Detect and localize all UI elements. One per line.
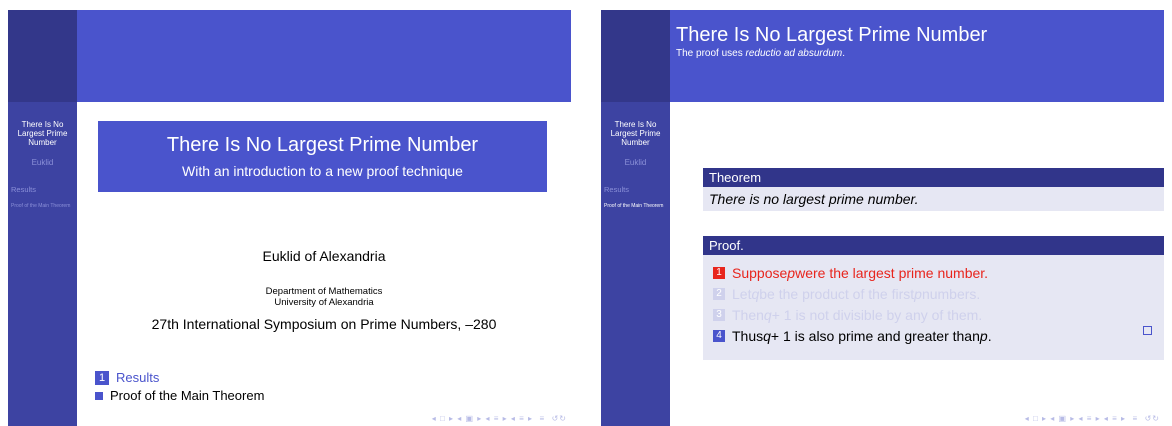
title-box: There Is No Largest Prime Number With an… (98, 121, 547, 192)
sidebar-author: Euklid (31, 158, 54, 167)
title-slide: There Is No Largest Prime Number Euklid … (8, 10, 571, 426)
presentation-title: There Is No Largest Prime Number (166, 134, 479, 156)
theorem-block-title: Theorem (703, 168, 1164, 187)
sidebar-author: Euklid (624, 158, 647, 167)
conference-date: 27th International Symposium on Prime Nu… (151, 316, 497, 332)
toc-section-number: 1 (95, 370, 109, 385)
sidebar-header (601, 10, 670, 102)
sidebar-section-results[interactable]: Results (11, 185, 36, 194)
toc-section-results[interactable]: 1 Results (95, 370, 159, 385)
theorem-block-body: There is no largest prime number. (703, 187, 1164, 211)
frame-subtitle: The proof uses reductio ad absurdum. (676, 48, 845, 59)
sidebar-subsection-proof[interactable]: Proof of the Main Theorem (604, 203, 666, 209)
institute-line-2: University of Alexandria (274, 297, 374, 308)
step-number-3: 3 (713, 309, 725, 321)
step-number-4: 4 (713, 330, 725, 342)
proof-step-2: 2 Let q be the product of the first p nu… (713, 286, 980, 302)
proof-step-3: 3 Then q + 1 is not divisible by any of … (713, 307, 982, 323)
presentation-subtitle: With an introduction to a new proof tech… (182, 163, 463, 179)
proof-step-4: 4 Thus q + 1 is also prime and greater t… (713, 328, 992, 344)
square-bullet-icon (95, 391, 103, 400)
headline-bar (77, 10, 571, 102)
sidebar-title[interactable]: There Is No Largest Prime Number (603, 120, 668, 147)
sidebar-header (8, 10, 77, 102)
institute-line-1: Department of Mathematics (265, 286, 383, 297)
qed-square-icon (1143, 326, 1152, 335)
theorem-text: There is no largest prime number. (709, 191, 919, 207)
step-number-2: 2 (713, 288, 725, 300)
sidebar-title[interactable]: There Is No Largest Prime Number (10, 120, 75, 147)
institute: Department of Mathematics University of … (77, 286, 571, 308)
proof-step-1: 1 Suppose p were the largest prime numbe… (713, 265, 988, 281)
frame-title: There Is No Largest Prime Number (676, 24, 988, 46)
navigation-symbols-icon[interactable]: ◂ □ ▸ ◂ ▣ ▸ ◂ ≡ ▸ ◂ ≡ ▸ ≡ ↺↻ (432, 414, 567, 423)
sidebar-section-results[interactable]: Results (604, 185, 629, 194)
toc-subsection-label: Proof of the Main Theorem (110, 388, 265, 403)
proof-block-title: Proof. (703, 236, 1164, 255)
author-name: Euklid of Alexandria (262, 248, 386, 264)
proof-slide: There Is No Largest Prime Number The pro… (601, 10, 1164, 426)
toc-section-label: Results (116, 370, 160, 385)
navigation-symbols-icon[interactable]: ◂ □ ▸ ◂ ▣ ▸ ◂ ≡ ▸ ◂ ≡ ▸ ≡ ↺↻ (1025, 414, 1160, 423)
sidebar-subsection-proof[interactable]: Proof of the Main Theorem (11, 203, 73, 209)
toc-subsection-proof[interactable]: Proof of the Main Theorem (95, 388, 264, 403)
step-number-1: 1 (713, 267, 725, 279)
